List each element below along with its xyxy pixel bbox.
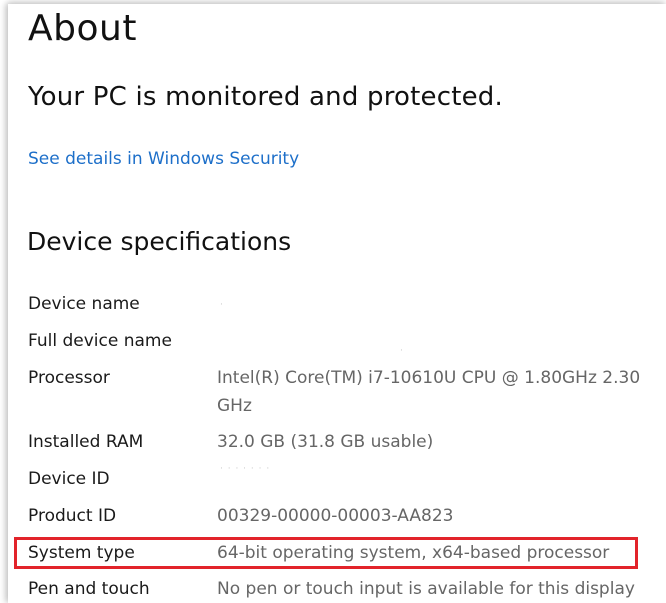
pen-and-touch-value: No pen or touch input is available for t… [217,579,635,599]
windows-security-link[interactable]: See details in Windows Security [28,149,299,169]
about-settings-panel: About Your PC is monitored and protected… [8,4,666,603]
redacted-full-device-name: · [400,346,404,356]
security-status-heading: Your PC is monitored and protected. [28,82,503,112]
product-id-label: Product ID [28,506,117,526]
installed-ram-value: 32.0 GB (31.8 GB usable) [217,432,434,452]
redacted-device-id: · · · · · · · [220,464,271,474]
processor-value-line2: GHz [217,396,252,416]
pen-and-touch-label: Pen and touch [28,579,150,599]
device-specifications-heading: Device specifications [27,227,292,256]
processor-label: Processor [28,368,110,388]
installed-ram-label: Installed RAM [28,432,144,452]
full-device-name-label: Full device name [28,331,172,351]
device-id-label: Device ID [28,469,110,489]
redacted-device-name: · [220,300,224,310]
system-type-highlight-box [14,537,638,569]
product-id-value: 00329-00000-00003-AA823 [217,506,454,526]
device-name-label: Device name [28,294,140,314]
page-title: About [28,8,137,49]
processor-value-line1: Intel(R) Core(TM) i7-10610U CPU @ 1.80GH… [217,368,641,388]
